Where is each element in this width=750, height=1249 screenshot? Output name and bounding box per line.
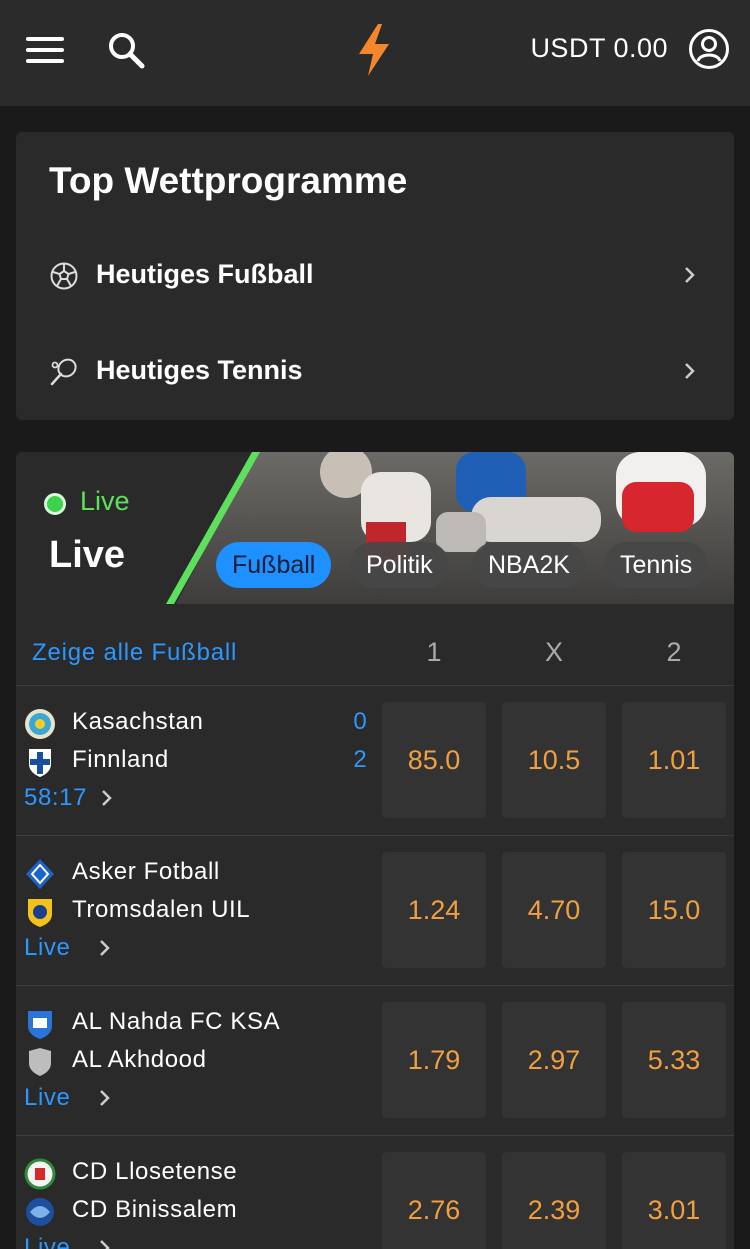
al-nahda-crest-icon [24,1008,56,1040]
match-row[interactable]: CD Llosetense CD Binissalem Live 2.76 2.… [16,1135,734,1249]
live-status-dot [44,493,66,515]
column-home: 1 [426,637,442,667]
odds-away[interactable]: 3.01 [622,1152,726,1249]
odds-header: Zeige alle Fußball 1 X 2 [16,604,734,684]
chevron-right-icon[interactable] [98,1238,112,1249]
chevron-right-icon[interactable] [98,938,112,958]
odds-away[interactable]: 1.01 [622,702,726,818]
odds-home[interactable]: 2.76 [382,1152,486,1249]
program-item-label: Heutiges Tennis [96,355,303,385]
llosetense-crest-icon [24,1158,56,1190]
top-programs-card: Top Wettprogramme Heutiges Fußball Heuti… [16,132,734,420]
home-score: 0 [353,708,367,735]
binissalem-crest-icon [24,1196,56,1228]
team-name: Finnland [72,746,169,773]
soccer-ball-icon [49,261,79,291]
odds-away[interactable]: 15.0 [622,852,726,968]
match-row[interactable]: Asker Fotball Tromsdalen UIL Live 1.24 4… [16,835,734,985]
team-name: Tromsdalen UIL [72,896,251,923]
shield-icon [24,1046,56,1078]
wallet-balance[interactable]: USDT 0.00 [530,33,668,64]
top-programs-title: Top Wettprogramme [49,160,408,201]
live-section: Live Live Fußball Politik NBA2K Tennis Z… [16,452,734,1249]
team-name: AL Akhdood [72,1046,207,1073]
live-badge: Live [80,486,130,516]
team-name: Kasachstan [72,708,204,735]
lightning-logo-icon[interactable] [356,24,392,76]
team-name: CD Binissalem [72,1196,238,1223]
odds-draw[interactable]: 2.39 [502,1152,606,1249]
odds-home[interactable]: 1.79 [382,1002,486,1118]
match-status[interactable]: Live [24,934,70,962]
odds-draw[interactable]: 4.70 [502,852,606,968]
tab-politics[interactable]: Politik [350,542,449,588]
odds-draw[interactable]: 10.5 [502,702,606,818]
column-away: 2 [666,637,682,667]
odds-home[interactable]: 85.0 [382,702,486,818]
kazakhstan-crest-icon [24,708,56,740]
finland-crest-icon [24,746,56,778]
search-icon[interactable] [106,30,146,70]
tab-nba2k[interactable]: NBA2K [472,542,586,588]
odds-draw[interactable]: 2.97 [502,1002,606,1118]
team-name: Asker Fotball [72,858,220,885]
show-all-football-link[interactable]: Zeige alle Fußball [32,639,237,667]
odds-home[interactable]: 1.24 [382,852,486,968]
chevron-right-icon [682,361,698,381]
match-status[interactable]: Live [24,1234,70,1249]
user-icon[interactable] [688,28,730,70]
chevron-right-icon[interactable] [100,788,114,808]
tennis-racket-icon [49,357,79,387]
program-item-football[interactable]: Heutiges Fußball [16,245,734,305]
chevron-right-icon[interactable] [98,1088,112,1108]
top-header: USDT 0.00 [0,0,750,106]
menu-icon[interactable] [26,33,64,65]
program-item-tennis[interactable]: Heutiges Tennis [16,341,734,401]
tab-tennis[interactable]: Tennis [604,542,709,588]
live-title: Live [49,534,126,576]
team-name: CD Llosetense [72,1158,238,1185]
team-name: AL Nahda FC KSA [72,1008,281,1035]
chevron-right-icon [682,265,698,285]
tromsdalen-crest-icon [24,896,56,928]
match-row[interactable]: Kasachstan 0 Finnland 2 58:17 85.0 10.5 … [16,685,734,835]
asker-crest-icon [24,858,56,890]
odds-away[interactable]: 5.33 [622,1002,726,1118]
away-score: 2 [353,746,367,773]
column-draw: X [544,637,563,667]
live-banner: Live Live Fußball Politik NBA2K Tennis [16,452,734,604]
program-item-label: Heutiges Fußball [96,259,314,289]
match-row[interactable]: AL Nahda FC KSA AL Akhdood Live 1.79 2.9… [16,985,734,1135]
tab-football[interactable]: Fußball [216,542,332,588]
match-status[interactable]: Live [24,1084,70,1112]
match-time[interactable]: 58:17 [24,784,87,812]
